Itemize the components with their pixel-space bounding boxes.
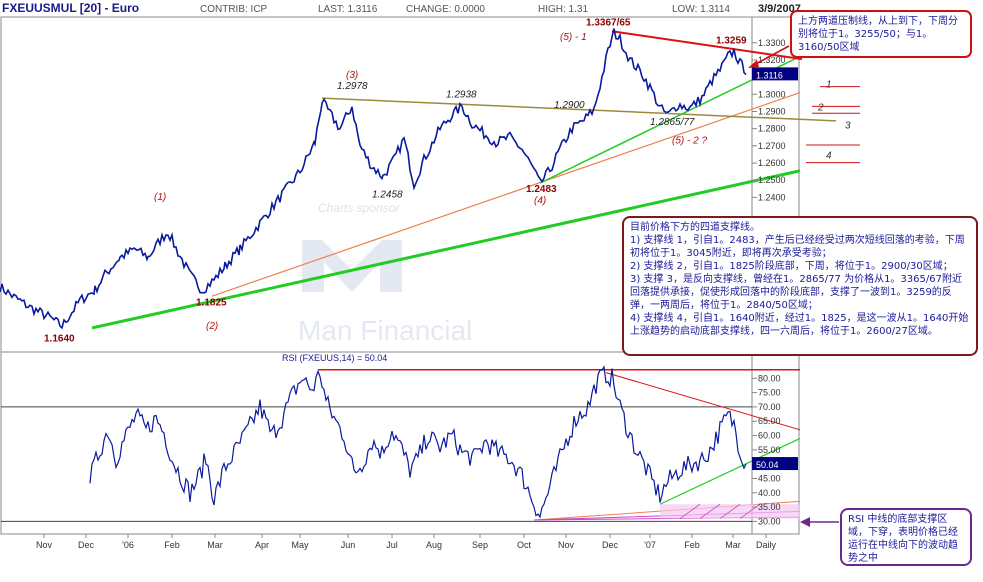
x-axis: Nov Dec '06 Feb Mar Apr May Jun Jul Aug Sep Oct Nov D… bbox=[36, 534, 777, 550]
price-tick-label: 1.2700 bbox=[758, 141, 786, 151]
price-level-label: 1.2900 bbox=[554, 100, 585, 111]
x-tick-label: Jul bbox=[386, 540, 398, 550]
rsi-last-value: 50.04 bbox=[756, 460, 779, 470]
price-level-label: 1.1825 bbox=[196, 298, 227, 309]
x-tick-label: Mar bbox=[725, 540, 741, 550]
header-symbol: FXEUUSMUL [20] - Euro bbox=[2, 1, 139, 15]
wave-label: (5) - 1 bbox=[560, 32, 587, 43]
x-tick-label: Aug bbox=[426, 540, 442, 550]
price-level-label: 1.2483 bbox=[526, 184, 557, 195]
level-marker: 2 bbox=[817, 102, 824, 113]
x-tick-label: Nov bbox=[558, 540, 575, 550]
support-note: 目前价格下方的四道支撑线。 1) 支撑线 1，引自1。2483，产生后已经经受过… bbox=[622, 216, 978, 356]
support-note-line: 3) 支撑 3，是反向支撑线，曾经在1。2865/77 为价格从1。3365/6… bbox=[630, 274, 962, 311]
x-tick-label: Jun bbox=[341, 540, 356, 550]
rsi-line bbox=[89, 365, 747, 519]
last-price-value: 1.3116 bbox=[756, 70, 783, 80]
rsi-trendlines bbox=[318, 368, 801, 521]
header-last: LAST: 1.3116 bbox=[318, 4, 378, 15]
note-bot-arrowhead bbox=[800, 517, 810, 527]
rsi-title: RSI (FXEUUS,14) = 50.04 bbox=[282, 353, 387, 363]
watermark: Charts sponsor Man Financial bbox=[298, 201, 472, 346]
wave-label: (5) - 2 ? bbox=[672, 135, 707, 146]
rsi-series bbox=[89, 365, 747, 519]
watermark-sponsor: Charts sponsor bbox=[318, 201, 400, 215]
price-tick-label: 1.2900 bbox=[758, 106, 786, 116]
wave-label: (1) bbox=[154, 192, 166, 203]
price-level-label: 1.2458 bbox=[372, 189, 403, 200]
support-note-line: 2) 支撑线 2，引自1。1825阶段底部，下周，将位于1。2900/30区域； bbox=[630, 261, 953, 272]
x-tick-label: '06 bbox=[122, 540, 134, 550]
price-tick-label: 1.2400 bbox=[758, 192, 786, 202]
x-tick-label: Oct bbox=[517, 540, 532, 550]
price-tick-label: 1.3300 bbox=[758, 38, 786, 48]
wave-label: (4) bbox=[534, 195, 546, 206]
watermark-brand: Man Financial bbox=[298, 315, 472, 346]
level-marker: 1 bbox=[826, 79, 832, 90]
support-note-line: 1) 支撑线 1，引自1。2483，产生后已经经受过两次短线回落的考验，下周初将… bbox=[630, 235, 965, 259]
wave-label: (3) bbox=[346, 70, 358, 81]
price-tick-label: 1.2800 bbox=[758, 124, 786, 134]
header-change: CHANGE: 0.0000 bbox=[406, 4, 485, 15]
rsi-tick-label: 45.00 bbox=[758, 473, 781, 483]
price-tick-label: 1.2500 bbox=[758, 175, 786, 185]
header-low: LOW: 1.3114 bbox=[672, 4, 730, 15]
rsi-tick-label: 70.00 bbox=[758, 402, 781, 412]
price-level-label: 1.1640 bbox=[44, 334, 75, 345]
header-high: HIGH: 1.31 bbox=[538, 4, 588, 15]
level-marker: 3 bbox=[845, 120, 851, 131]
rsi-y-axis: 30.0035.0040.0045.0050.0055.0060.0065.00… bbox=[752, 373, 798, 526]
rsi-tick-label: 55.00 bbox=[758, 445, 781, 455]
x-tick-label: Dec bbox=[78, 540, 95, 550]
header-contrib: CONTRIB: ICP bbox=[200, 4, 268, 15]
x-tick-label: Feb bbox=[164, 540, 180, 550]
rsi-tick-label: 65.00 bbox=[758, 416, 781, 426]
x-tick-label: Mar bbox=[207, 540, 223, 550]
x-tick-label: Daily bbox=[756, 540, 777, 550]
rsi-tick-label: 80.00 bbox=[758, 373, 781, 383]
x-tick-label: Nov bbox=[36, 540, 53, 550]
price-level-label: 1.3259 bbox=[716, 36, 747, 47]
rsi-note: RSI 中线的底部支撑区域，下穿，表明价格已经运行在中线向下的波动趋势之中 bbox=[840, 508, 972, 566]
x-tick-label: Apr bbox=[255, 540, 269, 550]
price-tick-label: 1.3000 bbox=[758, 89, 786, 99]
price-level-label: 1.2938 bbox=[446, 90, 477, 101]
rsi-grid bbox=[1, 406, 752, 522]
rsi-tick-label: 40.00 bbox=[758, 488, 781, 498]
x-tick-label: Dec bbox=[602, 540, 619, 550]
level-marker: 4 bbox=[826, 150, 832, 161]
support-note-line: 4) 支撑线 4，引自1。1640附近，经过1。1825，是这一波从1。1640… bbox=[630, 313, 969, 337]
rsi-tick-label: 60.00 bbox=[758, 431, 781, 441]
rsi-tick-label: 30.00 bbox=[758, 516, 781, 526]
x-tick-label: May bbox=[291, 540, 309, 550]
price-level-label: 1.2865/77 bbox=[650, 117, 695, 128]
x-tick-label: Feb bbox=[684, 540, 700, 550]
x-tick-label: '07 bbox=[644, 540, 656, 550]
price-level-label: 1.2978 bbox=[337, 81, 368, 92]
resistance-note: 上方两道压制线，从上到下，下周分别将位于1。3255/50；与1。3160/50… bbox=[790, 10, 972, 58]
price-level-label: 1.3367/65 bbox=[586, 18, 631, 29]
support-note-line: 目前价格下方的四道支撑线。 bbox=[630, 222, 760, 233]
price-tick-label: 1.2600 bbox=[758, 158, 786, 168]
rsi-tick-label: 35.00 bbox=[758, 502, 781, 512]
wave-label: (2) bbox=[206, 321, 218, 332]
x-tick-label: Sep bbox=[472, 540, 488, 550]
rsi-tick-label: 75.00 bbox=[758, 388, 781, 398]
